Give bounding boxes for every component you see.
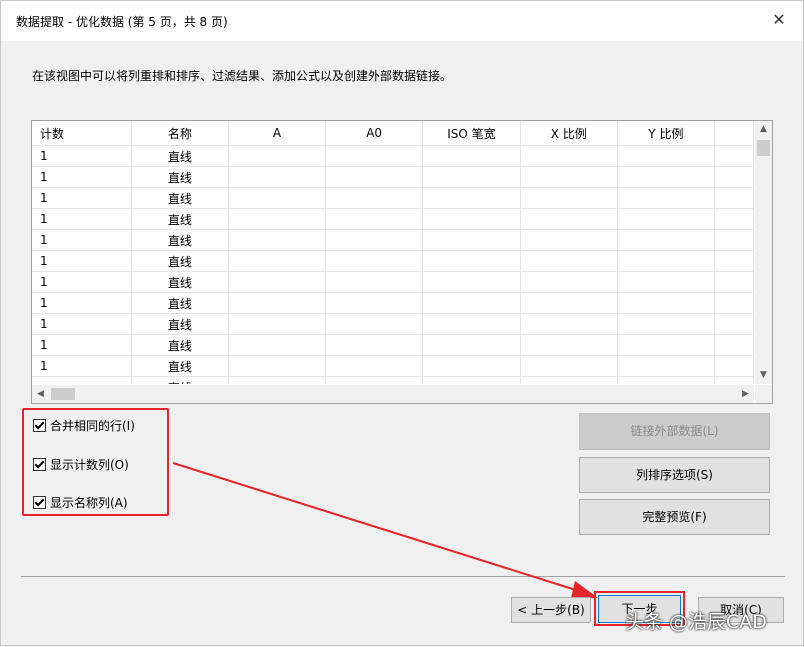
watermark-text: 头条 @浩辰CAD (625, 611, 767, 633)
dialog-window: 数据提取 - 优化数据 (第 5 页，共 8 页) ✕ 在该视图中可以将列重排和… (0, 0, 804, 646)
back-button[interactable]: < 上一步(B) (511, 597, 591, 623)
arrow-line (172, 462, 580, 592)
arrow-annotation (172, 462, 598, 598)
